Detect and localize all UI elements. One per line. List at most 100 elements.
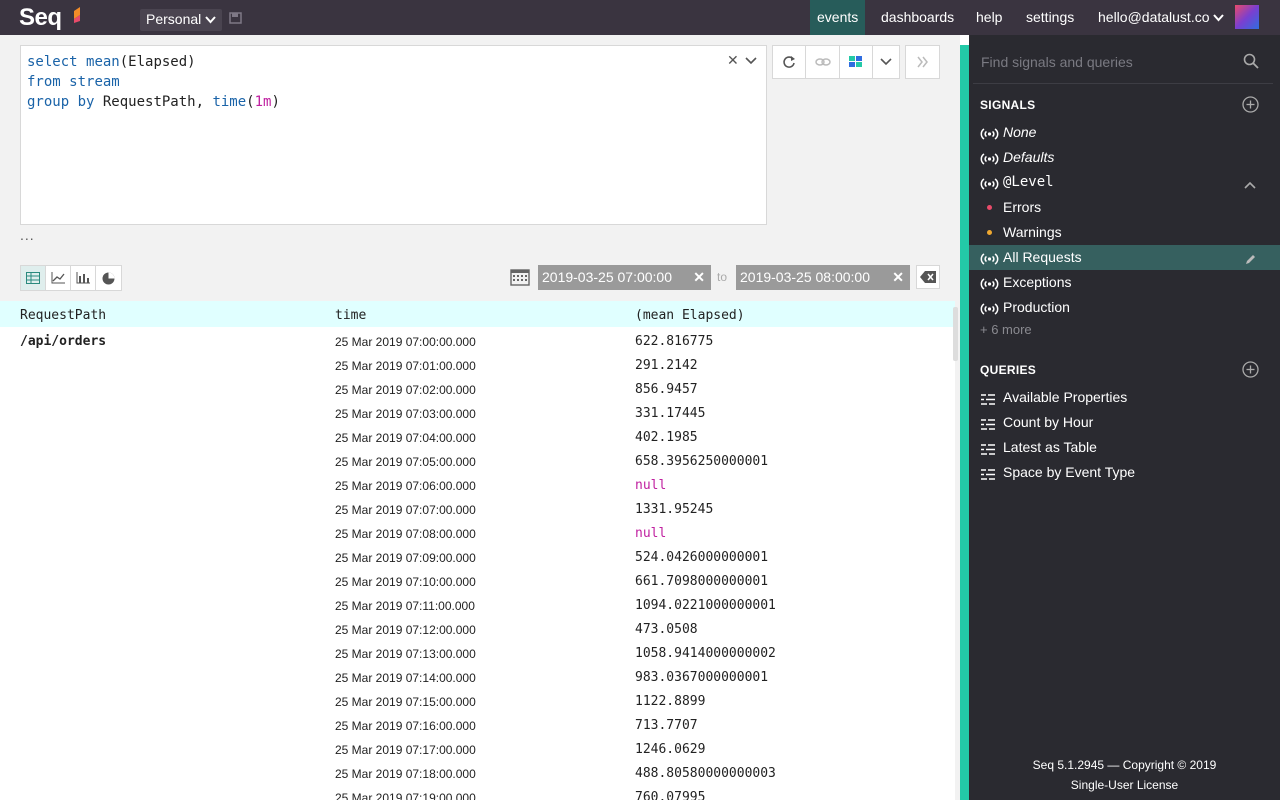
table-row[interactable]: 25 Mar 2019 07:04:00.000 402.1985	[0, 425, 955, 449]
signal-icon	[980, 302, 999, 315]
table-row[interactable]: 25 Mar 2019 07:01:00.000 291.2142	[0, 353, 955, 377]
table-row[interactable]: 25 Mar 2019 07:06:00.000 null	[0, 473, 955, 497]
range-to-value: 2019-03-25 08:00:00	[740, 269, 870, 285]
calendar-icon[interactable]	[510, 268, 530, 286]
table-row[interactable]: 25 Mar 2019 07:11:00.000 1094.02210000000…	[0, 593, 955, 617]
results-scrollbar[interactable]	[953, 307, 958, 361]
table-icon	[26, 272, 40, 284]
more-signals-link[interactable]: + 6 more	[980, 322, 1032, 337]
query-more-ellipsis[interactable]: ...	[20, 227, 35, 243]
signal-item-production[interactable]: Production	[969, 295, 1280, 320]
clear-query-icon[interactable]: ✕	[727, 52, 739, 69]
clear-range-button[interactable]	[916, 265, 940, 289]
chevron-up-icon[interactable]	[1244, 178, 1256, 189]
add-query-icon[interactable]	[1242, 361, 1259, 378]
cell-mean-elapsed: 661.7098000000001	[635, 574, 769, 589]
signal-label: Errors	[1003, 199, 1042, 215]
signal-item-warnings[interactable]: Warnings	[969, 220, 1280, 245]
cell-time: 25 Mar 2019 07:15:00.000	[335, 695, 476, 709]
cell-time: 25 Mar 2019 07:13:00.000	[335, 647, 476, 661]
table-row[interactable]: 25 Mar 2019 07:03:00.000 331.17445	[0, 401, 955, 425]
cell-mean-elapsed: 983.0367000000001	[635, 670, 769, 685]
signal-label: None	[1003, 124, 1037, 140]
pie-chart-icon	[102, 272, 115, 284]
signal-item-none[interactable]: None	[969, 120, 1280, 145]
seq-logo[interactable]: Seq	[19, 4, 62, 32]
query-item-space-by-event-type[interactable]: Space by Event Type	[969, 460, 1280, 485]
dashboard-options-button[interactable]	[873, 46, 899, 78]
bar-chart-view-button[interactable]	[71, 266, 96, 290]
signal-icon	[980, 177, 999, 190]
nav-settings[interactable]: settings	[1019, 0, 1081, 35]
expand-sidebar-button[interactable]	[906, 46, 939, 78]
range-to-field[interactable]: 2019-03-25 08:00:00 ✕	[736, 265, 910, 290]
clear-from-icon[interactable]: ✕	[693, 265, 705, 290]
cell-time: 25 Mar 2019 07:07:00.000	[335, 503, 476, 517]
query-item-available-properties[interactable]: Available Properties	[969, 385, 1280, 410]
nav-events[interactable]: events	[810, 0, 866, 35]
nav-dashboards[interactable]: dashboards	[874, 0, 961, 35]
signal-item-errors[interactable]: Errors	[969, 195, 1280, 220]
signals-section-title: SIGNALS	[980, 98, 1036, 112]
cell-mean-elapsed: 488.80580000000003	[635, 766, 776, 781]
table-row[interactable]: 25 Mar 2019 07:07:00.000 1331.95245	[0, 497, 955, 521]
clear-to-icon[interactable]: ✕	[892, 265, 904, 290]
result-view-toggles	[20, 265, 122, 291]
query-editor[interactable]: select mean(Elapsed) from stream group by …	[20, 45, 767, 225]
line-chart-icon	[51, 272, 65, 284]
cell-time: 25 Mar 2019 07:09:00.000	[335, 551, 476, 565]
signal-search-input[interactable]	[981, 50, 1251, 74]
query-item-count-by-hour[interactable]: Count by Hour	[969, 410, 1280, 435]
query-history-chevron-icon[interactable]	[744, 54, 758, 68]
top-bar: Seq Personal events dashboards help sett…	[0, 0, 1280, 35]
query-line: select mean(Elapsed)	[27, 52, 760, 72]
user-avatar-icon[interactable]	[1235, 5, 1259, 29]
range-to-label: to	[717, 270, 728, 284]
results-header-row: RequestPath time (mean Elapsed)	[0, 301, 955, 327]
refresh-button[interactable]	[773, 46, 807, 78]
workspace-selector[interactable]: Personal	[140, 9, 223, 31]
table-view-button[interactable]	[21, 266, 46, 290]
search-icon[interactable]	[1243, 53, 1259, 69]
query-icon	[981, 417, 995, 430]
column-header-requestpath: RequestPath	[20, 308, 107, 323]
user-menu[interactable]: hello@datalust.co	[1091, 0, 1231, 35]
query-token: from	[27, 74, 61, 90]
table-row[interactable]: 25 Mar 2019 07:05:00.000 658.395625000000…	[0, 449, 955, 473]
query-icon	[981, 392, 995, 405]
cell-mean-elapsed: 713.7707	[635, 718, 698, 733]
signal-item-exceptions[interactable]: Exceptions	[969, 270, 1280, 295]
table-row[interactable]: 25 Mar 2019 07:02:00.000 856.9457	[0, 377, 955, 401]
line-chart-view-button[interactable]	[46, 266, 71, 290]
query-icon	[981, 467, 995, 480]
table-row[interactable]: 25 Mar 2019 07:09:00.000 524.042600000000…	[0, 545, 955, 569]
query-token: )	[271, 94, 280, 110]
signal-item-level[interactable]: @Level	[969, 170, 1280, 195]
table-row[interactable]: 25 Mar 2019 07:10:00.000 661.709800000000…	[0, 569, 955, 593]
table-row[interactable]: 25 Mar 2019 07:14:00.000 983.036700000000…	[0, 665, 955, 689]
nav-help[interactable]: help	[969, 0, 1009, 35]
range-from-field[interactable]: 2019-03-25 07:00:00 ✕	[538, 265, 711, 290]
table-row[interactable]: 25 Mar 2019 07:15:00.000 1122.8899	[0, 689, 955, 713]
signal-item-defaults[interactable]: Defaults	[969, 145, 1280, 170]
chevron-down-icon	[205, 16, 217, 24]
link-button[interactable]	[806, 46, 840, 78]
table-row[interactable]: 25 Mar 2019 07:18:00.000 488.805800000000…	[0, 761, 955, 785]
signal-item-all-requests[interactable]: All Requests	[969, 245, 1280, 270]
save-icon[interactable]	[229, 12, 242, 24]
add-to-dashboard-button[interactable]	[840, 46, 874, 78]
table-row[interactable]: 25 Mar 2019 07:08:00.000 null	[0, 521, 955, 545]
table-row[interactable]: 25 Mar 2019 07:16:00.000 713.7707	[0, 713, 955, 737]
table-row[interactable]: 25 Mar 2019 07:12:00.000 473.0508	[0, 617, 955, 641]
footer-version: Seq 5.1.2945 — Copyright © 2019	[1032, 758, 1217, 772]
add-signal-icon[interactable]	[1242, 96, 1259, 113]
table-row[interactable]: 25 Mar 2019 07:13:00.000 1058.94140000000…	[0, 641, 955, 665]
cell-mean-elapsed: 1094.0221000000001	[635, 598, 776, 613]
signal-icon	[980, 277, 999, 290]
pie-chart-view-button[interactable]	[96, 266, 121, 290]
table-row[interactable]: /api/orders 25 Mar 2019 07:00:00.000 622.8…	[0, 329, 955, 353]
query-item-latest-as-table[interactable]: Latest as Table	[969, 435, 1280, 460]
table-row[interactable]: 25 Mar 2019 07:19:00.000 760.07995	[0, 785, 955, 800]
pencil-icon[interactable]	[1245, 252, 1257, 264]
table-row[interactable]: 25 Mar 2019 07:17:00.000 1246.0629	[0, 737, 955, 761]
